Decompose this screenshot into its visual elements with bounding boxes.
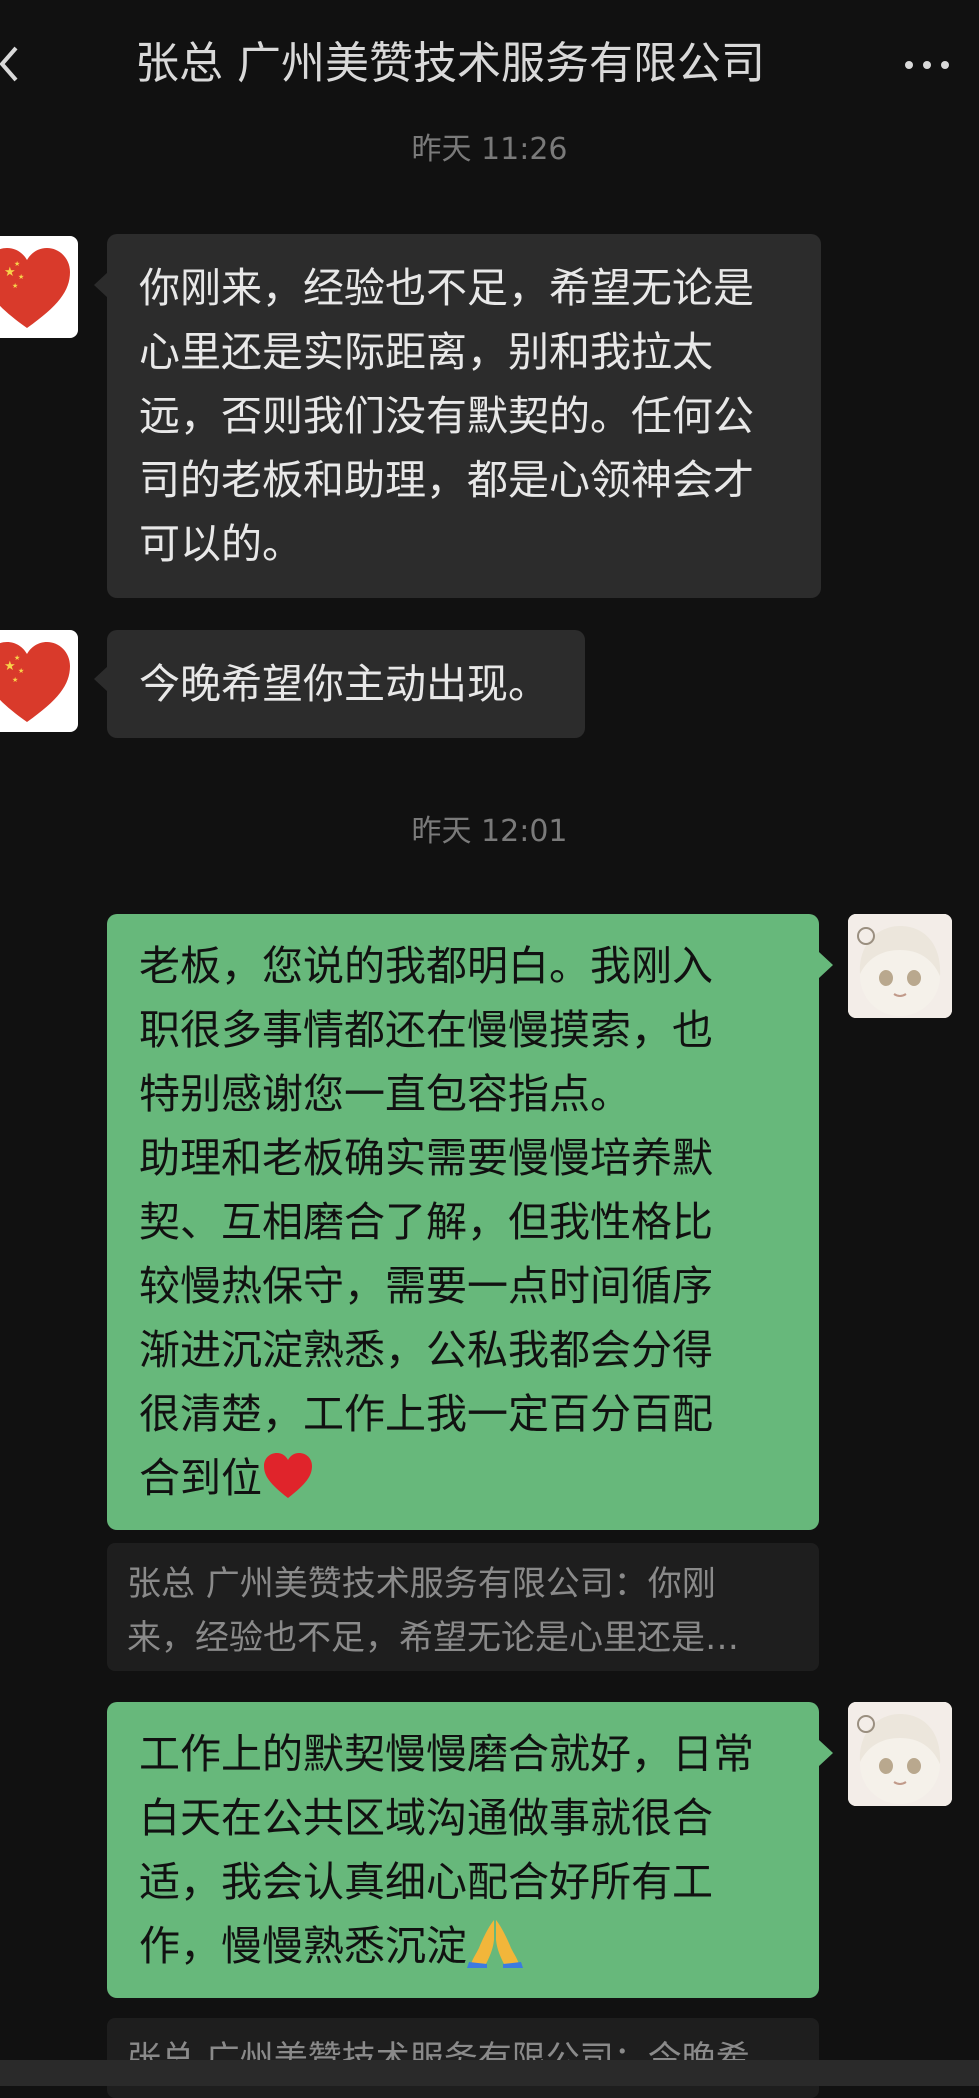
bubble-tail bbox=[94, 666, 108, 692]
svg-text:★: ★ bbox=[14, 260, 20, 268]
timestamp: 昨天 12:01 bbox=[411, 814, 568, 849]
quoted-message[interactable]: 张总 广州美赞技术服务有限公司：今晚希 bbox=[107, 2018, 819, 2098]
red-heart-emoji-icon bbox=[264, 1453, 312, 1498]
contact-avatar[interactable]: ★ ★ ★ ★ bbox=[0, 236, 78, 338]
contact-avatar[interactable]: ★ ★ ★ ★ bbox=[0, 630, 78, 732]
bubble-tail bbox=[94, 272, 108, 298]
input-bar bbox=[0, 2060, 979, 2086]
anime-avatar-icon bbox=[848, 914, 952, 1018]
heart-flag-icon: ★ ★ ★ ★ bbox=[0, 642, 70, 722]
chat-header: 张总 广州美赞技术服务有限公司 bbox=[0, 0, 979, 128]
message-bubble-outgoing[interactable]: 工作上的默契慢慢磨合就好，日常 白天在公共区域沟通做事就很合 适，我会认真细心配… bbox=[107, 1702, 819, 1998]
chevron-left-icon[interactable] bbox=[0, 44, 24, 84]
bubble-tail bbox=[819, 952, 833, 978]
quote-text: 张总 广州美赞技术服务有限公司：你刚 bbox=[127, 1564, 716, 1604]
quote-text: 来，经验也不足，希望无论是心里还是… bbox=[127, 1618, 739, 1658]
quoted-message[interactable]: 张总 广州美赞技术服务有限公司：你刚 来，经验也不足，希望无论是心里还是… bbox=[107, 1543, 819, 1671]
heart-flag-icon: ★ ★ ★ ★ bbox=[0, 248, 70, 328]
message-text: 老板，您说的我都明白。我刚入 职很多事情都还在慢慢摸索，也 特别感谢您一直包容指… bbox=[139, 942, 713, 1502]
svg-text:★: ★ bbox=[18, 273, 24, 281]
svg-text:★: ★ bbox=[12, 676, 18, 684]
chat-title[interactable]: 张总 广州美赞技术服务有限公司 bbox=[110, 34, 790, 94]
user-avatar[interactable] bbox=[848, 914, 952, 1018]
message-bubble-incoming[interactable]: 你刚来，经验也不足，希望无论是 心里还是实际距离，别和我拉太 远，否则我们没有默… bbox=[107, 234, 821, 598]
message-bubble-incoming[interactable]: 今晚希望你主动出现。 bbox=[107, 630, 585, 738]
svg-text:★: ★ bbox=[12, 282, 18, 290]
message-text: 工作上的默契慢慢磨合就好，日常 白天在公共区域沟通做事就很合 适，我会认真细心配… bbox=[139, 1730, 754, 1970]
user-avatar[interactable] bbox=[848, 1702, 952, 1806]
message-bubble-outgoing[interactable]: 老板，您说的我都明白。我刚入 职很多事情都还在慢慢摸索，也 特别感谢您一直包容指… bbox=[107, 914, 819, 1530]
bubble-tail bbox=[819, 1740, 833, 1766]
svg-text:★: ★ bbox=[14, 654, 20, 662]
timestamp: 昨天 11:26 bbox=[411, 132, 568, 167]
svg-text:★: ★ bbox=[18, 667, 24, 675]
ellipsis-icon[interactable] bbox=[901, 54, 953, 76]
anime-avatar-icon bbox=[848, 1702, 952, 1806]
folded-hands-emoji-icon bbox=[467, 1920, 523, 1968]
